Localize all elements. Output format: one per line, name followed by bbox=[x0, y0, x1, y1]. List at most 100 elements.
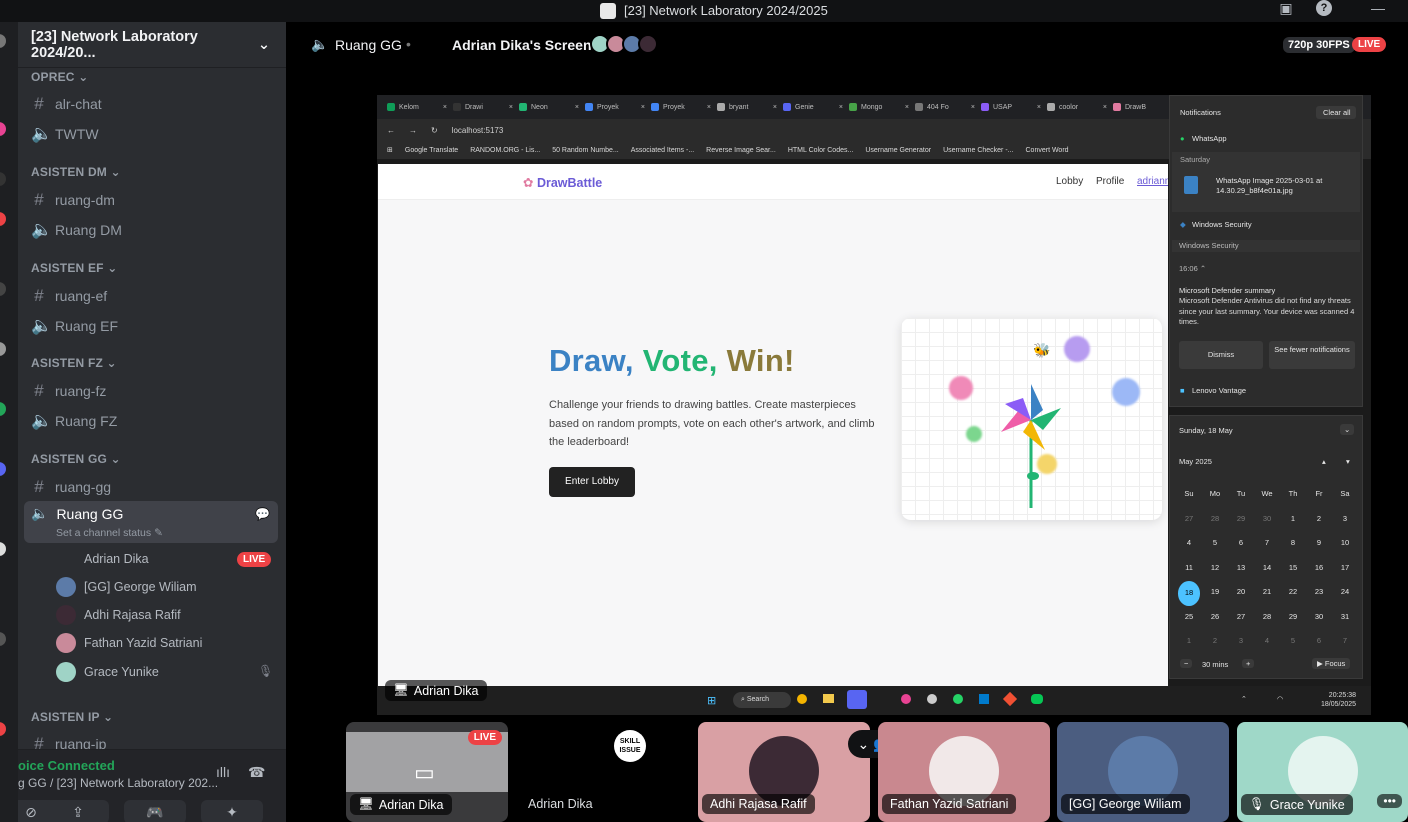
participant-tile[interactable]: Fathan Yazid Satriani bbox=[878, 722, 1050, 822]
git-icon[interactable] bbox=[1002, 691, 1018, 707]
bookmark-item[interactable]: Associated Items -... bbox=[631, 147, 694, 154]
channel-ruang-ef-voice[interactable]: 🔈 Ruang EF bbox=[31, 316, 118, 336]
collapse-icon[interactable]: ⌄ bbox=[1340, 424, 1355, 435]
screen-share-button[interactable]: ⇪ bbox=[47, 800, 109, 822]
calendar-day[interactable]: 6 bbox=[1228, 531, 1254, 556]
bookmark-item[interactable]: 50 Random Numbe... bbox=[552, 147, 619, 154]
calendar-day[interactable]: 7 bbox=[1254, 531, 1280, 556]
chrome-icon[interactable] bbox=[797, 694, 807, 704]
calendar-day[interactable]: 2 bbox=[1202, 629, 1228, 654]
channel-ruang-gg-voice-active[interactable]: 🔈 Ruang GG Set a channel status ✎ 💬 bbox=[24, 501, 278, 543]
browser-tab[interactable]: Genie × bbox=[783, 103, 849, 111]
calendar-day[interactable]: 5 bbox=[1280, 629, 1306, 654]
clear-all-button[interactable]: Clear all bbox=[1318, 106, 1356, 119]
calendar-day[interactable]: 28 bbox=[1202, 507, 1228, 532]
calendar-day[interactable]: 24 bbox=[1332, 580, 1358, 605]
server-icon[interactable] bbox=[0, 122, 6, 136]
calendar-day[interactable]: 26 bbox=[1202, 605, 1228, 630]
calendar-day[interactable]: 5 bbox=[1202, 531, 1228, 556]
bookmark-item[interactable]: Google Translate bbox=[405, 147, 458, 154]
taskbar-search[interactable]: ⌕ Search bbox=[733, 692, 791, 708]
disconnect-icon[interactable]: ☎ bbox=[248, 764, 265, 781]
calendar-day[interactable]: 27 bbox=[1228, 605, 1254, 630]
calendar-day[interactable]: 6 bbox=[1306, 629, 1332, 654]
calendar-day[interactable]: 28 bbox=[1254, 605, 1280, 630]
nav-user[interactable]: adrianm bbox=[1137, 176, 1168, 187]
soundwave-icon[interactable]: ıllı bbox=[216, 764, 230, 780]
channel-status[interactable]: Set a channel status ✎ bbox=[56, 527, 163, 539]
close-tab-icon[interactable]: × bbox=[509, 104, 513, 111]
calendar-day[interactable]: 9 bbox=[1306, 531, 1332, 556]
shared-screen[interactable]: Kelom × Drawi × Neon × Proyek × Proyek × bryant × Ge… bbox=[377, 95, 1371, 715]
browser-tab[interactable]: USAP × bbox=[981, 103, 1047, 111]
whatsapp-icon[interactable] bbox=[953, 694, 963, 704]
channel-ruang-fz-voice[interactable]: 🔈 Ruang FZ bbox=[31, 411, 117, 431]
channel-ruang-fz[interactable]: # ruang-fz bbox=[31, 381, 106, 401]
calendar-day[interactable]: 25 bbox=[1176, 605, 1202, 630]
calendar-day[interactable]: 3 bbox=[1332, 507, 1358, 532]
bookmark-item[interactable]: HTML Color Codes... bbox=[788, 147, 853, 154]
channel-ruang-gg[interactable]: # ruang-gg bbox=[31, 477, 111, 497]
server-icon[interactable] bbox=[0, 542, 6, 556]
reload-icon[interactable]: ↻ bbox=[431, 126, 438, 135]
channel-ruang-dm[interactable]: # ruang-dm bbox=[31, 190, 115, 210]
close-tab-icon[interactable]: × bbox=[641, 104, 645, 111]
close-tab-icon[interactable]: × bbox=[575, 104, 579, 111]
calendar-day[interactable]: 18 bbox=[1176, 580, 1202, 606]
close-tab-icon[interactable]: × bbox=[443, 104, 447, 111]
calendar-day[interactable]: 15 bbox=[1280, 556, 1306, 581]
calendar-day[interactable]: 22 bbox=[1280, 580, 1306, 605]
participant-tile[interactable]: LIVE ▭ 🖥 Adrian Dika bbox=[346, 722, 508, 822]
month-down-icon[interactable]: ▾ bbox=[1346, 457, 1350, 466]
chat-bubble-icon[interactable]: 💬 bbox=[255, 507, 270, 521]
voice-user[interactable]: Adrian Dika bbox=[84, 552, 149, 566]
activity-button[interactable]: 🎮 bbox=[124, 800, 186, 822]
category-asisten-dm[interactable]: ASISTEN DM ⌄ bbox=[31, 165, 121, 179]
calendar-day[interactable]: 4 bbox=[1176, 531, 1202, 556]
calendar-day[interactable]: 29 bbox=[1228, 507, 1254, 532]
browser-tab[interactable]: 404 Fo × bbox=[915, 103, 981, 111]
vscode-icon[interactable] bbox=[979, 694, 989, 704]
browser-tab[interactable]: coolor × bbox=[1047, 103, 1113, 111]
more-options-icon[interactable]: ••• bbox=[1377, 794, 1402, 808]
calendar-day[interactable]: 19 bbox=[1202, 580, 1228, 605]
bookmark-item[interactable]: Username Checker -... bbox=[943, 147, 1013, 154]
calendar-day[interactable]: 7 bbox=[1332, 629, 1358, 654]
bookmark-item[interactable]: Username Generator bbox=[865, 147, 931, 154]
browser-tab[interactable]: Drawi × bbox=[453, 103, 519, 111]
soundboard-button[interactable]: ✦ bbox=[201, 800, 263, 822]
nav-profile[interactable]: Profile bbox=[1096, 176, 1124, 187]
voice-user[interactable]: Grace Yunike bbox=[56, 662, 159, 682]
calendar-day[interactable]: 2 bbox=[1306, 507, 1332, 532]
category-asisten-gg[interactable]: ASISTEN GG ⌄ bbox=[31, 452, 121, 466]
back-icon[interactable]: ← bbox=[387, 126, 395, 135]
line-icon[interactable] bbox=[1031, 694, 1043, 704]
participant-tile[interactable]: SKILL ISSUE Adrian Dika bbox=[518, 722, 690, 822]
month-up-icon[interactable]: ▴ bbox=[1322, 457, 1326, 466]
calendar-day[interactable]: 8 bbox=[1280, 531, 1306, 556]
calendar-day[interactable]: 12 bbox=[1202, 556, 1228, 581]
close-tab-icon[interactable]: × bbox=[905, 104, 909, 111]
participant-tile[interactable]: 🎙 Grace Yunike ••• bbox=[1237, 722, 1408, 822]
server-header[interactable]: [23] Network Laboratory 2024/20... ⌄ bbox=[18, 22, 286, 68]
server-icon[interactable] bbox=[0, 632, 6, 646]
close-tab-icon[interactable]: × bbox=[971, 104, 975, 111]
server-icon[interactable] bbox=[0, 402, 6, 416]
participant-tile[interactable]: [GG] George Wiliam bbox=[1057, 722, 1229, 822]
browser-tab[interactable]: bryant × bbox=[717, 103, 783, 111]
server-icon[interactable] bbox=[0, 34, 6, 48]
see-fewer-button[interactable]: See fewer notifications bbox=[1269, 341, 1355, 369]
calendar-day[interactable]: 23 bbox=[1306, 580, 1332, 605]
discord-taskbar-icon[interactable] bbox=[847, 690, 867, 709]
minimize-icon[interactable]: — bbox=[1370, 0, 1386, 16]
whatsapp-notification[interactable]: Saturday WhatsApp Image 2025-03-01 at 14… bbox=[1172, 152, 1360, 212]
app-icon[interactable] bbox=[901, 694, 911, 704]
nav-lobby[interactable]: Lobby bbox=[1056, 176, 1083, 187]
calendar-day[interactable]: 27 bbox=[1176, 507, 1202, 532]
browser-tab[interactable]: Neon × bbox=[519, 103, 585, 111]
close-tab-icon[interactable]: × bbox=[1037, 104, 1041, 111]
calendar-day[interactable]: 14 bbox=[1254, 556, 1280, 581]
calendar-day[interactable]: 30 bbox=[1306, 605, 1332, 630]
category-asisten-fz[interactable]: ASISTEN FZ ⌄ bbox=[31, 356, 117, 370]
calendar-day[interactable]: 4 bbox=[1254, 629, 1280, 654]
